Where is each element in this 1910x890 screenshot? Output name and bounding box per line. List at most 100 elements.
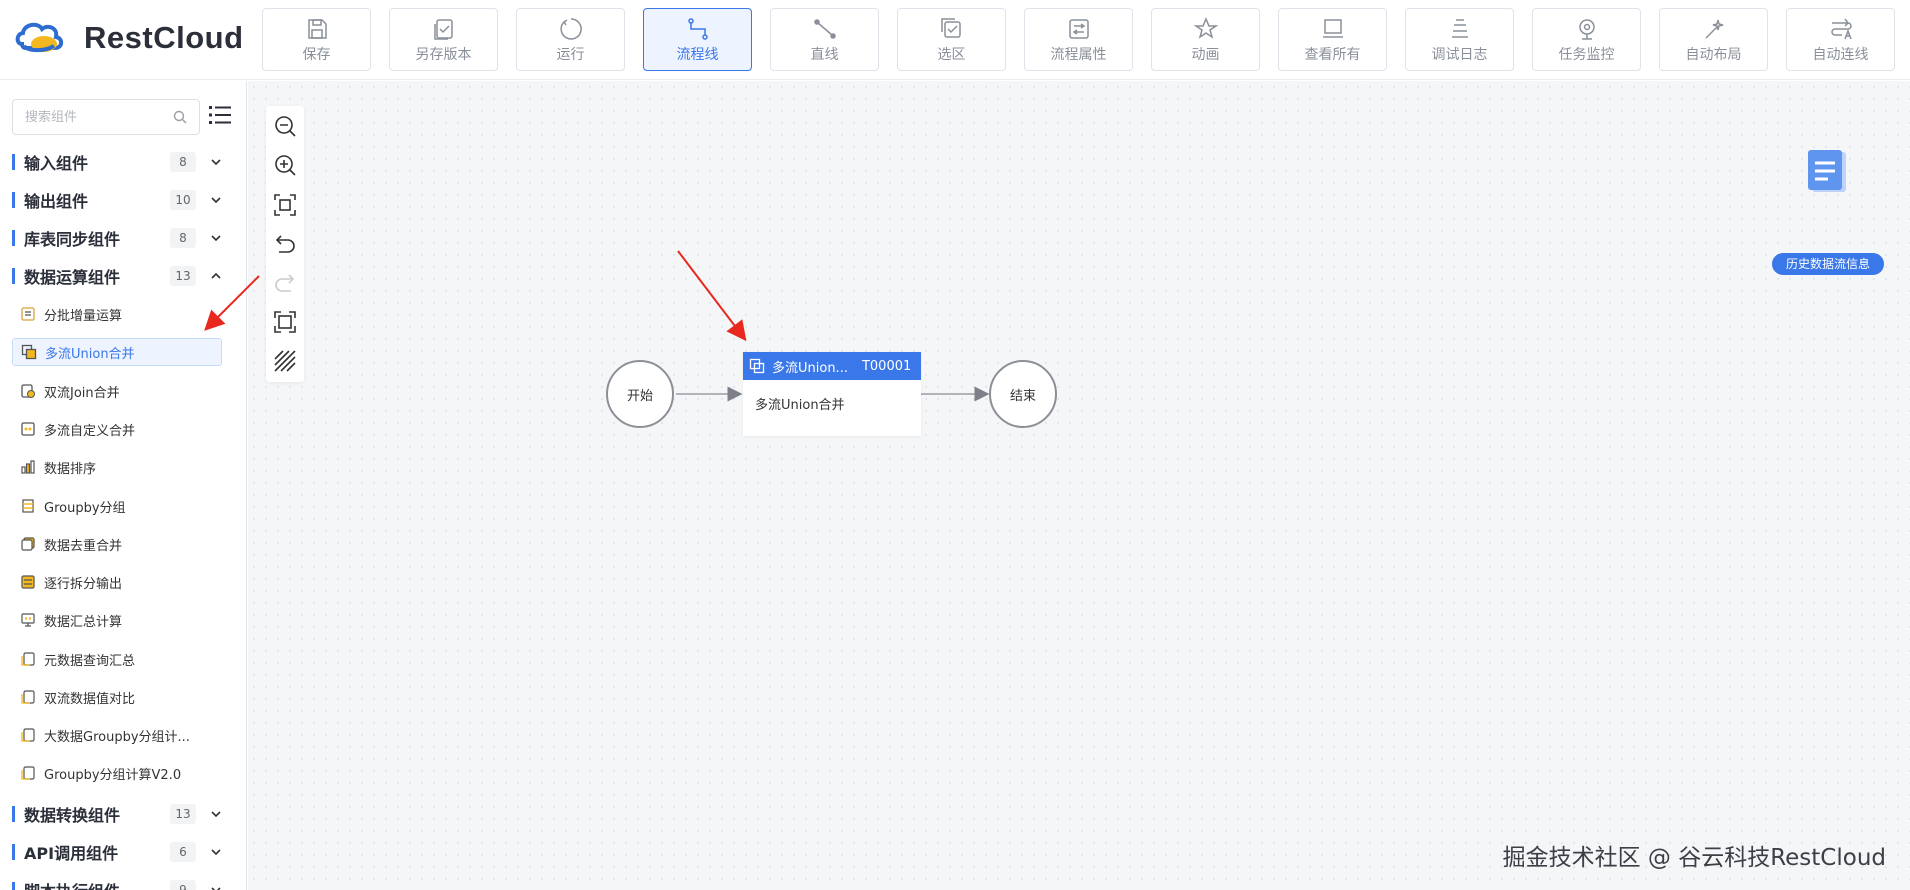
auto-layout-label: 自动布局 xyxy=(1685,46,1742,63)
flow-properties-icon xyxy=(1068,18,1089,39)
chevron-down-icon xyxy=(211,159,221,166)
auto-layout-button[interactable]: 自动布局 xyxy=(1659,8,1768,71)
view-all-icon xyxy=(1322,18,1343,38)
category-marker xyxy=(12,844,15,860)
annotation-arrow xyxy=(677,250,747,342)
app-logo: RestCloud xyxy=(14,18,244,58)
component-item-selected[interactable]: 多流Union合并 xyxy=(12,338,222,366)
selection-button[interactable]: 选区 xyxy=(897,8,1006,71)
category-marker xyxy=(12,230,15,246)
app-name: RestCloud xyxy=(84,20,244,55)
top-header: RestCloud 保存 另存版本 运行 流程线 直线 选区 流程属性 动画 查… xyxy=(0,0,1910,80)
task-node[interactable]: 多流Union... T00001 多流Union合并 xyxy=(743,352,921,436)
component-item[interactable]: 数据去重合并 xyxy=(12,530,222,558)
category-count-badge: 13 xyxy=(170,804,196,824)
document-icon xyxy=(21,728,35,742)
component-item[interactable]: 数据汇总计算 xyxy=(12,606,222,634)
dedupe-icon xyxy=(21,537,35,551)
category-marker xyxy=(12,154,15,170)
category-data-transform[interactable]: 数据转换组件 13 xyxy=(0,795,246,833)
component-label: 多流自定义合并 xyxy=(44,423,136,439)
start-node[interactable]: 开始 xyxy=(606,360,674,428)
union-merge-icon xyxy=(21,344,37,360)
sort-icon xyxy=(21,460,35,474)
view-all-button[interactable]: 查看所有 xyxy=(1278,8,1387,71)
component-label: 多流Union合并 xyxy=(45,346,135,362)
search-input[interactable] xyxy=(25,109,165,125)
task-monitor-label: 任务监控 xyxy=(1558,46,1615,63)
animation-label: 动画 xyxy=(1191,46,1220,63)
auto-connect-label: 自动连线 xyxy=(1812,46,1869,63)
component-label: Groupby分组 xyxy=(44,500,126,516)
task-monitor-button[interactable]: 任务监控 xyxy=(1532,8,1641,71)
summary-icon xyxy=(21,613,35,627)
component-item[interactable]: 大数据Groupby分组计... xyxy=(12,721,222,749)
flow-connectors xyxy=(676,250,990,402)
category-label: 输入组件 xyxy=(24,154,89,173)
category-script-exec[interactable]: 脚本执行组件 9 xyxy=(0,871,246,890)
category-api-call[interactable]: API调用组件 6 xyxy=(0,833,246,871)
debug-log-icon xyxy=(1451,18,1468,38)
animation-button[interactable]: 动画 xyxy=(1151,8,1260,71)
component-item[interactable]: 元数据查询汇总 xyxy=(12,645,222,673)
chevron-down-icon xyxy=(211,197,221,204)
component-search[interactable] xyxy=(12,99,200,135)
flow-line-button[interactable]: 流程线 xyxy=(643,8,752,71)
flow-properties-button[interactable]: 流程属性 xyxy=(1024,8,1133,71)
category-count-badge: 8 xyxy=(170,228,196,248)
task-node-body: 多流Union合并 xyxy=(755,398,845,413)
component-item[interactable]: Groupby分组计算V2.0 xyxy=(12,759,222,787)
component-item[interactable]: 双流数据值对比 xyxy=(12,683,222,711)
selection-icon xyxy=(940,17,961,38)
task-node-id: T00001 xyxy=(861,358,912,374)
union-merge-icon xyxy=(749,358,765,374)
end-node[interactable]: 结束 xyxy=(989,360,1057,428)
category-input[interactable]: 输入组件 8 xyxy=(0,143,246,181)
category-count-badge: 9 xyxy=(170,880,196,890)
category-count-badge: 10 xyxy=(170,190,196,210)
category-output[interactable]: 输出组件 10 xyxy=(0,181,246,219)
run-button[interactable]: 运行 xyxy=(516,8,625,71)
straight-line-button[interactable]: 直线 xyxy=(770,8,879,71)
component-label: 数据排序 xyxy=(44,461,97,477)
run-label: 运行 xyxy=(556,46,585,63)
join-merge-icon xyxy=(21,384,35,398)
save-version-button[interactable]: 另存版本 xyxy=(389,8,498,71)
category-marker xyxy=(12,806,15,822)
animation-icon xyxy=(1193,16,1218,39)
chevron-down-icon xyxy=(211,235,221,242)
history-dataflow-label: 历史数据流信息 xyxy=(1772,253,1884,275)
auto-connect-button[interactable]: 自动连线 xyxy=(1786,8,1895,71)
component-sidebar: 输入组件 8 输出组件 10 库表同步组件 8 数据运算组件 13 分批增量运算… xyxy=(0,81,247,890)
component-label: 逐行拆分输出 xyxy=(44,576,123,592)
straight-line-label: 直线 xyxy=(810,46,839,63)
component-item[interactable]: 双流Join合并 xyxy=(12,377,222,405)
list-view-icon[interactable] xyxy=(208,103,232,127)
save-version-label: 另存版本 xyxy=(415,46,472,63)
category-count-badge: 8 xyxy=(170,152,196,172)
chevron-down-icon xyxy=(211,811,221,818)
document-icon xyxy=(21,690,35,704)
save-button[interactable]: 保存 xyxy=(262,8,371,71)
run-icon xyxy=(559,17,582,40)
chevron-down-icon xyxy=(211,887,221,890)
flow-canvas[interactable]: 开始 多流Union... T00001 多流Union合并 结束 历史数据流信… xyxy=(248,81,1910,890)
component-label: Groupby分组计算V2.0 xyxy=(44,767,182,783)
restcloud-logo-icon xyxy=(15,22,64,53)
component-item[interactable]: Groupby分组 xyxy=(12,492,222,520)
component-item[interactable]: 逐行拆分输出 xyxy=(12,568,222,596)
flow-line-label: 流程线 xyxy=(676,46,719,63)
component-item[interactable]: 多流自定义合并 xyxy=(12,415,222,443)
sidebar-annotation-arrow xyxy=(204,275,260,331)
toolbar: 保存 另存版本 运行 流程线 直线 选区 流程属性 动画 查看所有 调试日志 任… xyxy=(262,8,1895,71)
component-label: 元数据查询汇总 xyxy=(44,653,136,669)
flow-line-icon xyxy=(687,17,708,40)
save-version-icon xyxy=(433,18,453,40)
search-icon[interactable] xyxy=(173,110,187,124)
debug-log-button[interactable]: 调试日志 xyxy=(1405,8,1514,71)
component-item[interactable]: 分批增量运算 xyxy=(12,300,222,328)
category-label: 库表同步组件 xyxy=(24,230,121,249)
component-label: 双流数据值对比 xyxy=(44,691,136,707)
category-table-sync[interactable]: 库表同步组件 8 xyxy=(0,219,246,257)
component-item[interactable]: 数据排序 xyxy=(12,453,222,481)
